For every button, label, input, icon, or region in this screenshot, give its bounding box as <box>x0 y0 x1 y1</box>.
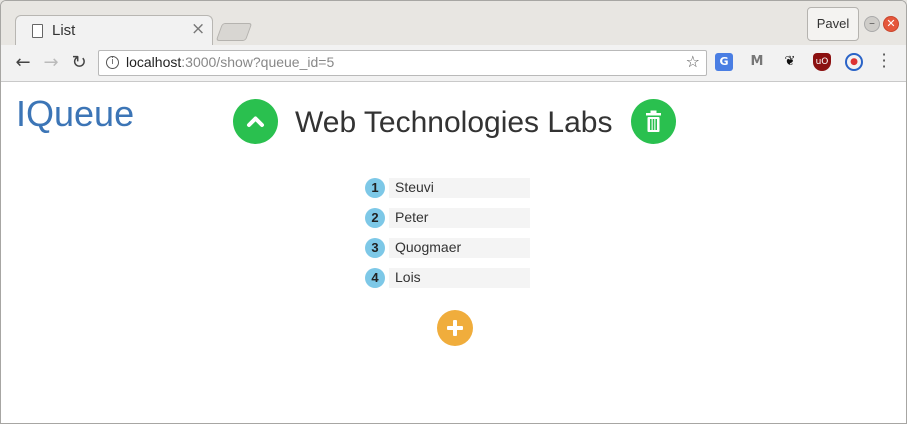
address-bar[interactable]: i localhost:3000/show?queue_id=5 ☆ <box>98 50 707 76</box>
position-badge: 4 <box>365 268 385 288</box>
window-close-icon[interactable]: ✕ <box>883 16 899 32</box>
add-member-button[interactable] <box>437 310 473 346</box>
browser-toolbar: ← → ↻ i localhost:3000/show?queue_id=5 ☆… <box>1 45 906 82</box>
url-text: localhost:3000/show?queue_id=5 <box>126 54 334 70</box>
ublock-extension-icon[interactable]: uO <box>813 53 831 71</box>
page-title: Web Technologies Labs <box>295 106 613 139</box>
member-name: Lois <box>389 268 530 288</box>
position-badge: 1 <box>365 178 385 198</box>
plus-icon <box>447 320 463 336</box>
back-icon[interactable]: ← <box>11 51 35 75</box>
member-name: Quogmaer <box>389 238 530 258</box>
reload-icon[interactable]: ↻ <box>67 51 91 75</box>
tab-strip: List × Pavel – ✕ <box>1 1 906 48</box>
minimize-icon[interactable]: – <box>864 16 880 32</box>
sync-extension-icon[interactable]: ● <box>845 53 863 71</box>
trash-icon <box>646 110 661 132</box>
delete-queue-button[interactable] <box>631 99 676 144</box>
position-badge: 2 <box>365 208 385 228</box>
document-icon <box>32 24 43 38</box>
tab-list[interactable]: List × <box>15 15 213 48</box>
gmail-extension-icon[interactable]: M <box>748 53 766 71</box>
bookmark-star-icon[interactable]: ☆ <box>686 52 700 71</box>
forward-icon[interactable]: → <box>39 51 63 75</box>
brand-logo[interactable]: IQueue <box>16 93 134 135</box>
browser-menu-icon[interactable]: · · · <box>879 47 889 75</box>
url-host: localhost <box>126 54 182 70</box>
list-item: 4 Lois <box>365 268 530 288</box>
info-icon[interactable]: i <box>106 56 119 69</box>
member-name: Peter <box>389 208 530 228</box>
paw-extension-icon[interactable]: ❦ <box>781 53 799 71</box>
profile-button[interactable]: Pavel <box>807 7 859 41</box>
tab-close-icon[interactable]: × <box>191 19 205 39</box>
position-badge: 3 <box>365 238 385 258</box>
translate-extension-icon[interactable]: G <box>715 53 733 71</box>
list-item: 3 Quogmaer <box>365 238 530 258</box>
move-up-button[interactable] <box>233 99 278 144</box>
member-name: Steuvi <box>389 178 530 198</box>
browser-window: List × Pavel – ✕ ← → ↻ i localhost:3000/… <box>0 0 907 424</box>
list-item: 1 Steuvi <box>365 178 530 198</box>
page-content: IQueue Web Technologies Labs 1 Steuvi 2 … <box>1 82 906 423</box>
url-path: :3000/show?queue_id=5 <box>181 54 335 70</box>
new-tab-button[interactable] <box>215 23 253 41</box>
chevron-up-icon <box>247 116 264 127</box>
tab-title: List <box>52 22 76 39</box>
list-item: 2 Peter <box>365 208 530 228</box>
